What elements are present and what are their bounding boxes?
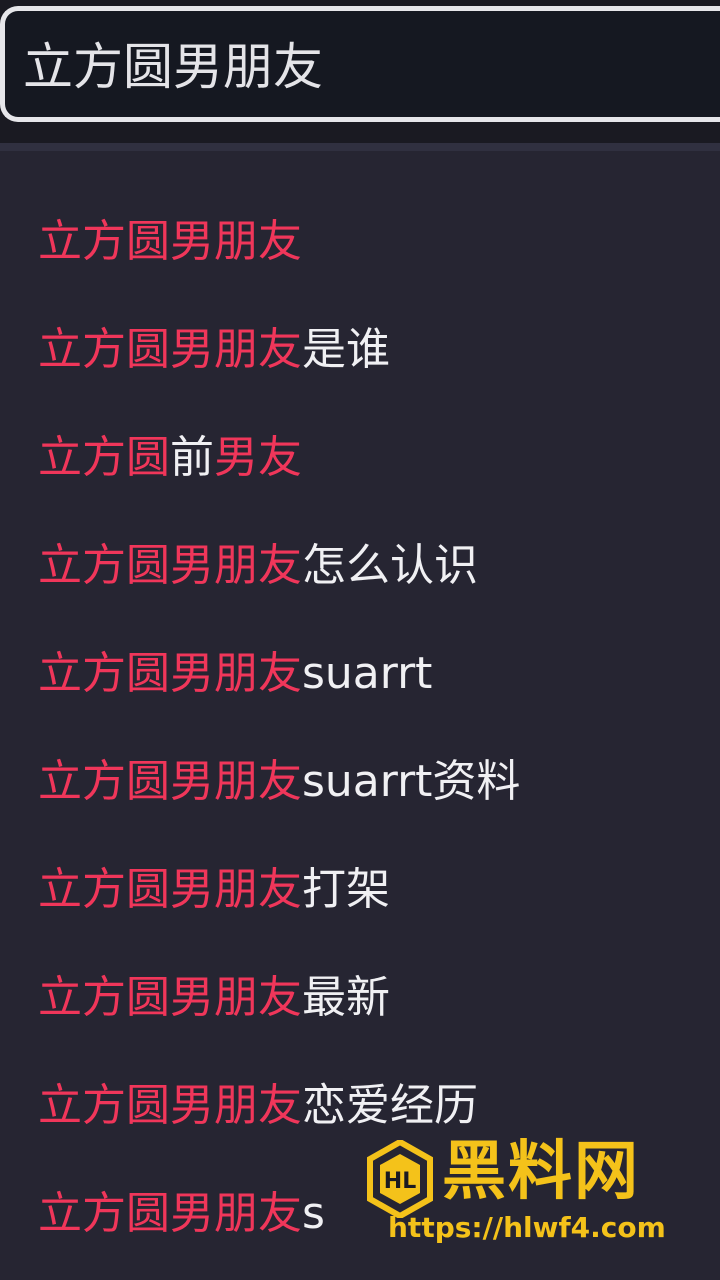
- suggestion-text: suarrt资料: [302, 756, 521, 807]
- suggestion-highlight-text: 立方圆男朋友: [38, 324, 302, 375]
- suggestion-highlight-text: 立方圆男朋友: [38, 648, 302, 699]
- suggestion-highlight-text: 立方圆男朋友: [38, 864, 302, 915]
- suggestion-item[interactable]: 立方圆男朋友最新: [0, 944, 720, 1052]
- suggestion-item[interactable]: 立方圆前男友: [0, 404, 720, 512]
- search-page: 立方圆男朋友立方圆男朋友是谁立方圆前男友立方圆男朋友怎么认识立方圆男朋友suar…: [0, 0, 720, 1280]
- suggestion-text: suarrt: [302, 648, 433, 699]
- search-bar: [0, 0, 720, 150]
- suggestion-text: 打架: [302, 864, 390, 915]
- suggestion-text: 怎么认识: [302, 540, 478, 591]
- suggestion-highlight-text: 立方圆男朋友: [38, 972, 302, 1023]
- watermark-title: 黑料网: [442, 1135, 640, 1209]
- suggestion-text: 恋爱经历: [302, 1080, 478, 1131]
- search-input[interactable]: [23, 31, 703, 103]
- suggestion-highlight-text: 立方圆男朋友: [38, 1080, 302, 1131]
- suggestion-item[interactable]: 立方圆男朋友是谁: [0, 296, 720, 404]
- suggestion-text: 最新: [302, 972, 390, 1023]
- suggestion-text: s: [302, 1188, 325, 1239]
- suggestion-list: 立方圆男朋友 立方圆男朋友是谁 立方圆前男友 立方圆男朋友怎么认识 立方圆男朋友suar…: [0, 188, 720, 1268]
- suggestion-item[interactable]: 立方圆男朋友: [0, 188, 720, 296]
- suggestion-item[interactable]: 立方圆男朋友打架: [0, 836, 720, 944]
- watermark: HL 黑料网 https://hlwf4.com: [366, 1135, 686, 1250]
- suggestion-highlight-text: 立方圆男朋友: [38, 756, 302, 807]
- suggestion-item[interactable]: 立方圆男朋友suarrt资料: [0, 728, 720, 836]
- suggestion-highlight-text: 男友: [214, 432, 302, 483]
- suggestion-highlight-text: 立方圆男朋友: [38, 540, 302, 591]
- watermark-url: https://hlwf4.com: [388, 1211, 666, 1244]
- search-box[interactable]: [0, 6, 720, 122]
- suggestion-item[interactable]: 立方圆男朋友suarrt: [0, 620, 720, 728]
- suggestion-text: 前: [170, 432, 214, 483]
- suggestion-highlight-text: 立方圆男朋友: [38, 216, 302, 267]
- watermark-logo-text: HL: [384, 1169, 416, 1194]
- watermark-logo-icon: HL: [367, 1140, 433, 1218]
- suggestion-highlight-text: 立方圆: [38, 432, 170, 483]
- suggestion-text: 是谁: [302, 324, 390, 375]
- divider: [0, 143, 720, 151]
- suggestion-item[interactable]: 立方圆男朋友怎么认识: [0, 512, 720, 620]
- suggestion-highlight-text: 立方圆男朋友: [38, 1188, 302, 1239]
